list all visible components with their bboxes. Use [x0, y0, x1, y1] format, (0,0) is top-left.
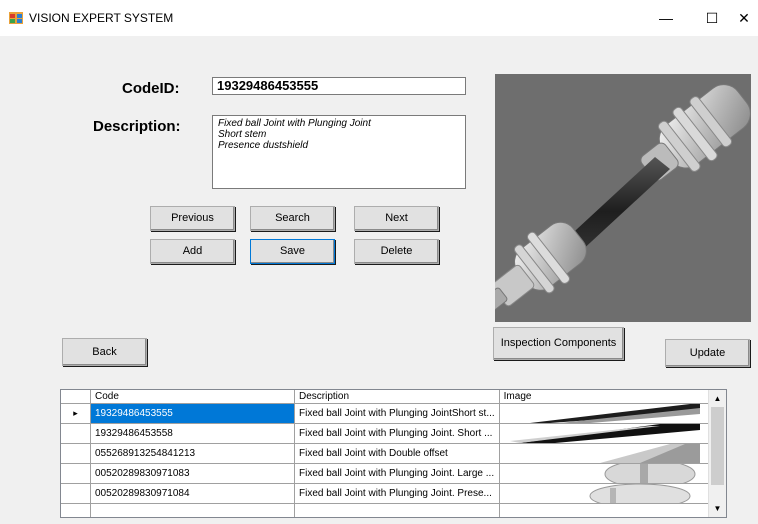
add-button[interactable]: Add [150, 239, 235, 264]
row-header [61, 503, 91, 517]
cell-description[interactable] [294, 503, 500, 517]
table-row[interactable]: 055268913254841213 Fixed ball Joint with… [61, 443, 709, 464]
row-header [61, 423, 91, 444]
cell-image[interactable] [499, 423, 709, 444]
table-row[interactable]: ▸ 19329486453555 Fixed ball Joint with P… [61, 403, 709, 424]
code-label: CodeID: [122, 80, 180, 97]
cell-code[interactable]: 19329486453555 [90, 403, 295, 424]
component-image [495, 74, 751, 322]
cell-image[interactable] [499, 503, 709, 517]
close-button[interactable]: ✕ [730, 0, 758, 36]
cell-image[interactable] [499, 483, 709, 504]
row-thumbnail [589, 484, 691, 503]
back-button[interactable]: Back [62, 338, 147, 366]
header-row: Code Description Image [61, 390, 709, 404]
description-label: Description: [93, 118, 181, 135]
table-row[interactable]: 19329486453558 Fixed ball Joint with Plu… [61, 423, 709, 444]
maximize-button[interactable]: ☐ [689, 0, 735, 36]
save-button[interactable]: Save [250, 239, 335, 264]
row-thumbnail [533, 404, 700, 423]
row-header [61, 463, 91, 484]
delete-button[interactable]: Delete [354, 239, 439, 264]
table-row[interactable] [61, 503, 709, 517]
cell-description[interactable]: Fixed ball Joint with Plunging JointShor… [294, 403, 500, 424]
row-thumbnail [604, 464, 696, 483]
cell-image[interactable] [499, 463, 709, 484]
minimize-button[interactable]: — [643, 0, 689, 36]
column-header-code[interactable]: Code [90, 390, 295, 404]
update-button[interactable]: Update [665, 339, 750, 367]
records-table: Code Description Image ▸ 19329486453555 … [61, 390, 709, 517]
cell-code[interactable] [90, 503, 295, 517]
current-row-indicator: ▸ [61, 403, 91, 424]
cell-description[interactable]: Fixed ball Joint with Plunging Joint. Sh… [294, 423, 500, 444]
column-header-image[interactable]: Image [499, 390, 709, 404]
description-line: Short stem [218, 129, 267, 140]
table-row[interactable]: 00520289830971083 Fixed ball Joint with … [61, 463, 709, 484]
window-title: VISION EXPERT SYSTEM [29, 11, 174, 25]
description-line: Fixed ball Joint with Plunging Joint [218, 118, 371, 129]
cell-image[interactable] [499, 403, 709, 424]
column-header-description[interactable]: Description [294, 390, 500, 404]
scroll-down-arrow-icon[interactable]: ▼ [709, 500, 726, 517]
table-row[interactable]: 00520289830971084 Fixed ball Joint with … [61, 483, 709, 504]
description-line: Presence dustshield [218, 140, 309, 151]
cell-code[interactable]: 055268913254841213 [90, 443, 295, 464]
app-window-icon [9, 12, 23, 24]
description-textarea[interactable]: Fixed ball Joint with Plunging Joint Sho… [212, 115, 466, 189]
row-header-corner [61, 390, 91, 404]
cell-description[interactable]: Fixed ball Joint with Double offset [294, 443, 500, 464]
next-button[interactable]: Next [354, 206, 439, 231]
inspection-components-button[interactable]: Inspection Components [493, 327, 624, 360]
search-button[interactable]: Search [250, 206, 335, 231]
scroll-thumb[interactable] [711, 407, 724, 485]
row-header [61, 443, 91, 464]
previous-button[interactable]: Previous [150, 206, 235, 231]
main-window: VISION EXPERT SYSTEM — ☐ ✕ CodeID: Descr… [0, 0, 758, 524]
cell-description[interactable]: Fixed ball Joint with Plunging Joint. La… [294, 463, 500, 484]
title-bar: VISION EXPERT SYSTEM — ☐ ✕ [0, 0, 758, 36]
row-thumbnail [601, 444, 700, 463]
records-grid[interactable]: Code Description Image ▸ 19329486453555 … [60, 389, 727, 518]
cell-image[interactable] [499, 443, 709, 464]
cell-description[interactable]: Fixed ball Joint with Plunging Joint. Pr… [294, 483, 500, 504]
cell-code[interactable]: 00520289830971083 [90, 463, 295, 484]
row-header [61, 483, 91, 504]
cell-code[interactable]: 19329486453558 [90, 423, 295, 444]
scroll-up-arrow-icon[interactable]: ▲ [709, 390, 726, 407]
drive-shaft-picture [495, 84, 751, 321]
cell-code[interactable]: 00520289830971084 [90, 483, 295, 504]
row-thumbnail [509, 424, 700, 443]
code-input[interactable]: 19329486453555 [212, 77, 466, 95]
grid-vertical-scrollbar[interactable]: ▲ ▼ [708, 390, 726, 517]
